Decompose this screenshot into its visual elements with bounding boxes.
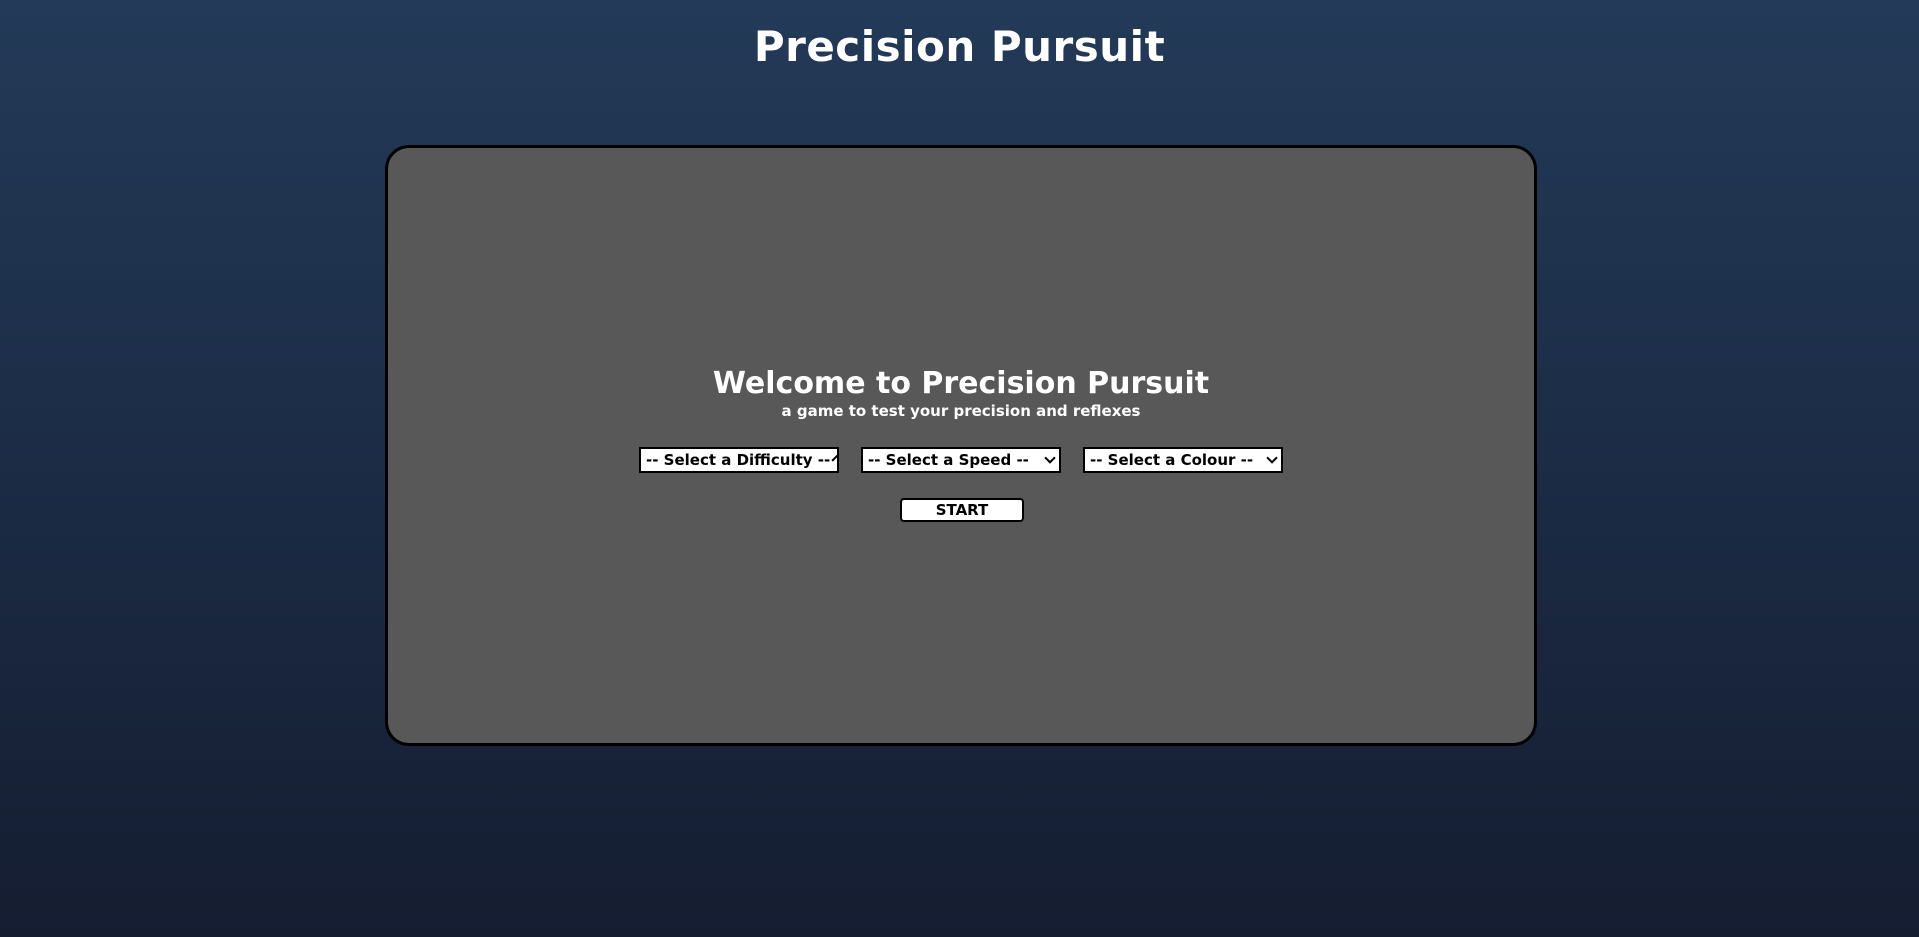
chevron-down-icon xyxy=(1044,452,1056,464)
welcome-title: Welcome to Precision Pursuit xyxy=(712,366,1210,401)
chevron-down-icon xyxy=(1266,452,1278,464)
welcome-section: Welcome to Precision Pursuit a game to t… xyxy=(388,367,1534,421)
start-button[interactable]: START xyxy=(900,498,1024,522)
speed-select-value: -- Select a Speed -- xyxy=(868,451,1029,469)
settings-controls: -- Select a Difficulty -- -- Select a Sp… xyxy=(388,447,1534,473)
colour-select-value: -- Select a Colour -- xyxy=(1090,451,1254,469)
chevron-down-icon xyxy=(831,454,839,462)
difficulty-select-value: -- Select a Difficulty -- xyxy=(646,451,831,469)
welcome-subtitle: a game to test your precision and reflex… xyxy=(781,402,1141,420)
page-title: Precision Pursuit xyxy=(753,22,1166,71)
speed-select[interactable]: -- Select a Speed -- xyxy=(861,447,1061,473)
game-area: Welcome to Precision Pursuit a game to t… xyxy=(385,145,1537,746)
difficulty-select[interactable]: -- Select a Difficulty -- xyxy=(639,447,839,473)
colour-select[interactable]: -- Select a Colour -- xyxy=(1083,447,1283,473)
